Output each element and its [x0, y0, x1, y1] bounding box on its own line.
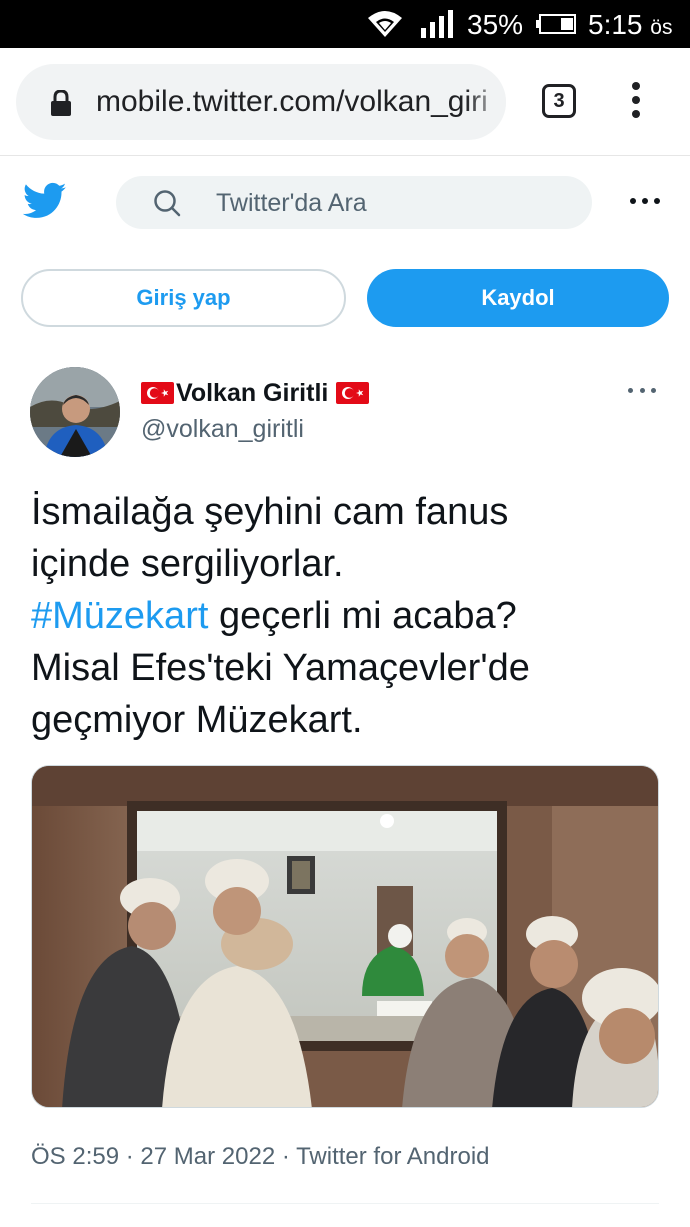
author-name[interactable]: Volkan Giritli	[176, 378, 328, 408]
search-icon	[154, 190, 181, 217]
author-row[interactable]: Volkan Giritli	[141, 378, 370, 408]
tweet-text-fragment: geçerli mi acaba?	[208, 595, 517, 637]
battery-icon	[536, 14, 576, 34]
status-bar: 35% 5:15 ös	[0, 0, 690, 48]
tab-switcher-button[interactable]: 3	[542, 84, 576, 118]
signal-icon	[421, 10, 453, 38]
browser-toolbar: mobile.twitter.com/volkan_giritli 3	[0, 48, 690, 156]
tweet-source: Twitter for Android	[296, 1143, 490, 1170]
search-input[interactable]	[216, 188, 556, 218]
browser-menu-button[interactable]	[624, 82, 648, 122]
meta-separator: ·	[281, 1143, 290, 1170]
divider	[31, 1203, 659, 1204]
tweet-meta: ÖS 2:59 · 27 Mar 2022 · Twitter for Andr…	[31, 1142, 490, 1172]
signup-button[interactable]: Kaydol	[367, 269, 669, 327]
lock-icon	[51, 90, 71, 116]
tweet-text: İsmailağa şeyhini cam fanus içinde sergi…	[31, 486, 651, 746]
tweet-text-line: geçmiyor Müzekart.	[31, 699, 363, 741]
tweet-text-line: İsmailağa şeyhini cam fanus	[31, 491, 509, 533]
tweet-more-options-icon[interactable]	[628, 388, 656, 394]
hashtag-link[interactable]: #Müzekart	[31, 595, 208, 637]
address-bar[interactable]: mobile.twitter.com/volkan_giritli	[16, 64, 506, 140]
url-text[interactable]: mobile.twitter.com/volkan_giritli	[96, 83, 488, 121]
search-box[interactable]	[116, 176, 592, 229]
tweet-date[interactable]: 27 Mar 2022	[140, 1143, 275, 1170]
author-handle[interactable]: @volkan_giritli	[141, 414, 304, 444]
avatar[interactable]	[30, 367, 120, 457]
tweet-text-line: Misal Efes'teki Yamaçevler'de	[31, 647, 530, 689]
more-options-icon[interactable]	[630, 198, 660, 206]
turkey-flag-icon	[141, 382, 174, 404]
login-button[interactable]: Giriş yap	[21, 269, 346, 327]
twitter-logo-icon[interactable]	[23, 182, 67, 220]
tweet-photo[interactable]	[31, 765, 659, 1108]
tweet-time[interactable]: ÖS 2:59	[31, 1143, 119, 1170]
meta-separator: ·	[125, 1143, 134, 1170]
tweet-text-line: #Müzekart geçerli mi acaba?	[31, 590, 651, 642]
clock: 5:15 ös	[588, 8, 672, 45]
battery-percent: 35%	[467, 9, 524, 40]
clock-time: 5:15	[588, 9, 643, 40]
clock-ampm: ös	[650, 16, 673, 39]
turkey-flag-icon	[336, 382, 370, 404]
tweet-text-line: içinde sergiliyorlar.	[31, 543, 344, 585]
wifi-icon	[368, 11, 402, 37]
url-fade	[466, 64, 506, 140]
